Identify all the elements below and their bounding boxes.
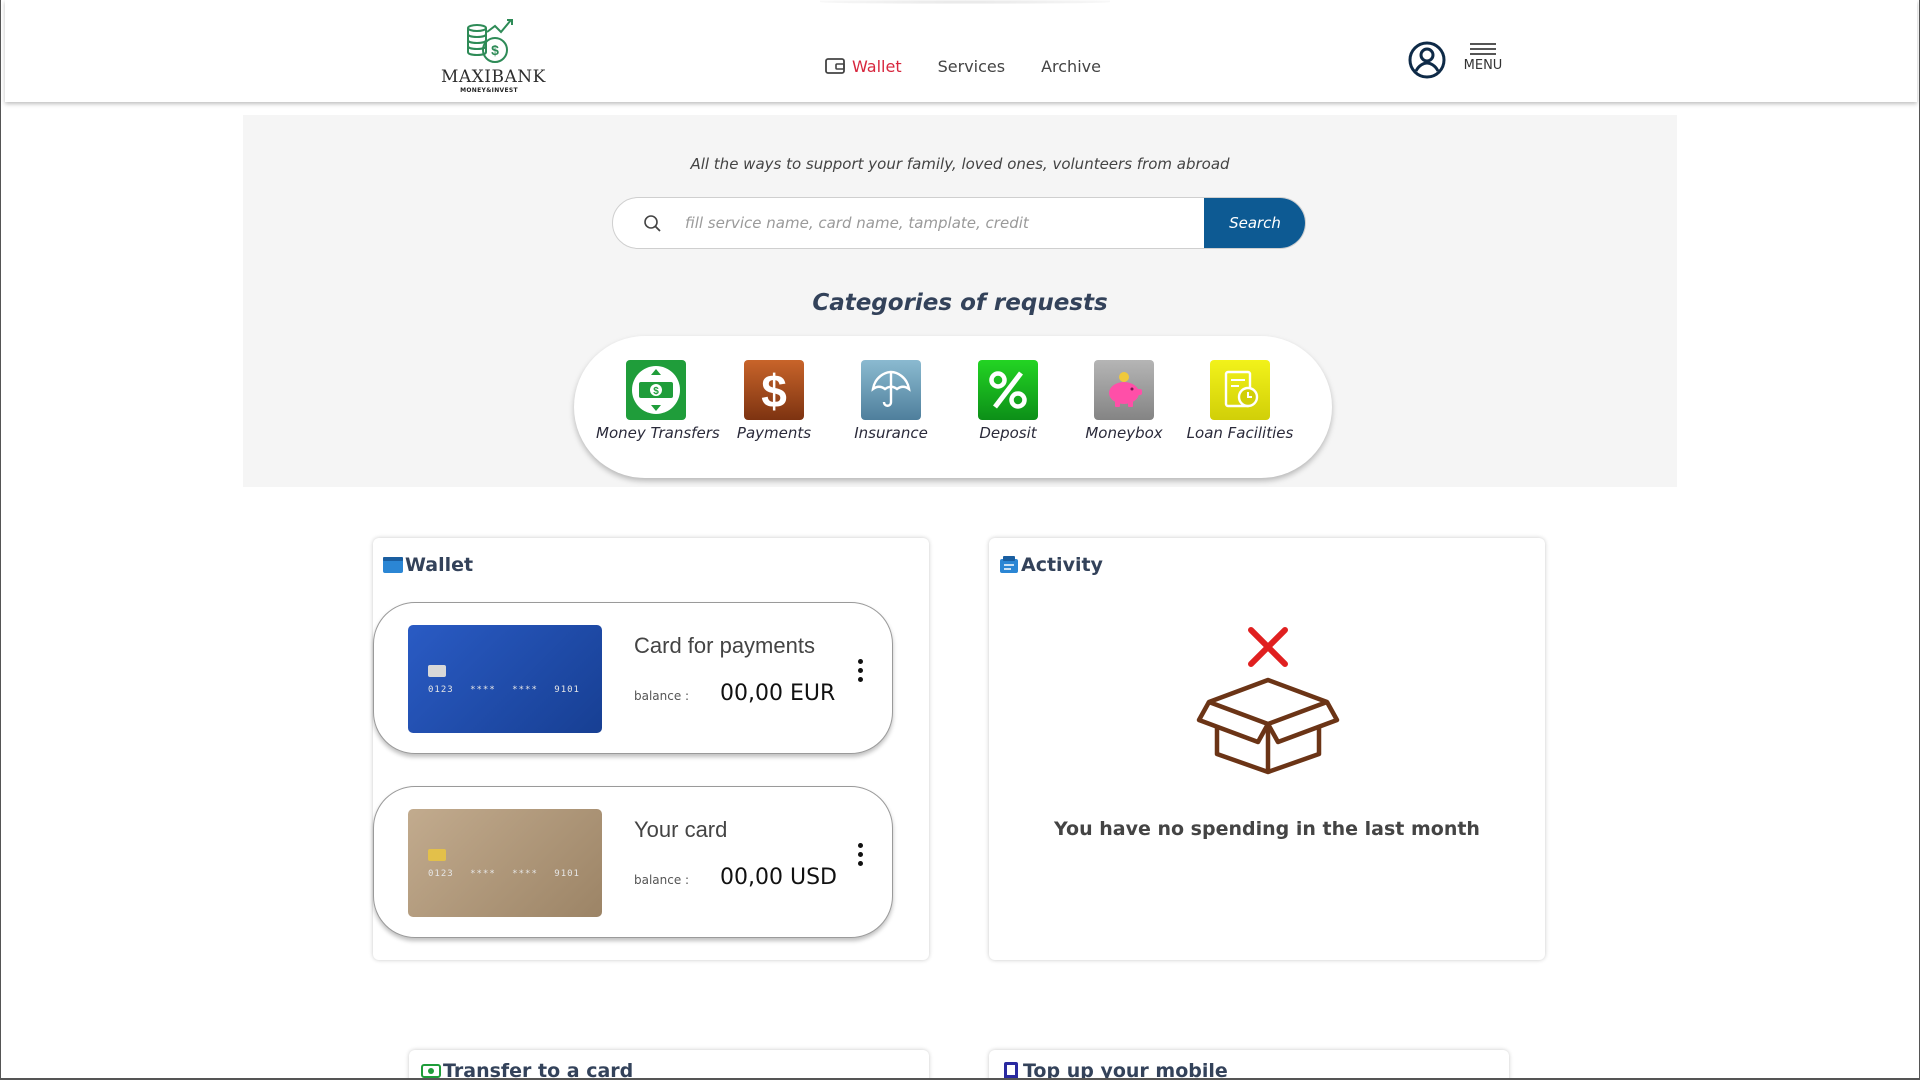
dollar-icon: $ (744, 360, 804, 420)
wallet-icon (825, 58, 845, 74)
main-nav: Wallet Services Archive (825, 56, 1137, 76)
nav-item-wallet[interactable]: Wallet (825, 57, 902, 76)
loan-document-icon (1210, 360, 1270, 420)
svg-text:$: $ (491, 42, 499, 58)
activity-title-label: Activity (1021, 554, 1103, 576)
wallet-panel-title: Wallet (383, 554, 473, 576)
card-number: 0123 **** **** 9101 (428, 869, 580, 879)
category-label: Payments (736, 424, 812, 442)
brand-tagline: MONEY&INVEST (460, 87, 518, 94)
card-number: 0123 **** **** 9101 (428, 685, 580, 695)
nav-item-label: Services (937, 56, 1006, 76)
activity-panel: Activity You have no spending in the las… (989, 538, 1545, 960)
money-transfer-icon: $ (626, 360, 686, 420)
card-chip-icon (428, 665, 446, 677)
category-moneybox[interactable]: Moneybox (1064, 360, 1184, 442)
nav-item-services[interactable]: Services (938, 57, 1005, 76)
svg-text:$: $ (653, 386, 659, 397)
category-loan-facilities[interactable]: Loan Facilities (1180, 360, 1300, 442)
wallet-icon (383, 557, 403, 573)
header-decoration (820, 0, 1110, 4)
wallet-card-row[interactable]: 0123 **** **** 9101 Your card balance : … (373, 786, 893, 938)
wallet-title-label: Wallet (405, 554, 474, 576)
categories-title: Categories of requests (812, 290, 1108, 316)
category-insurance[interactable]: Insurance (831, 360, 951, 442)
umbrella-icon (861, 360, 921, 420)
piggy-bank-icon (1094, 360, 1154, 420)
transfer-title-label: Transfer to a card (443, 1060, 634, 1080)
nav-item-label: Wallet (852, 56, 902, 76)
hero-tagline: All the ways to support your family, lov… (690, 155, 1230, 173)
money-transfer-icon (421, 1064, 441, 1078)
categories-panel: $ Money Transfers $ Payments Insurance D… (574, 336, 1332, 478)
card-chip-icon (428, 849, 446, 861)
search-icon (644, 215, 661, 232)
card-image: 0123 **** **** 9101 (408, 625, 602, 733)
wallet-panel: Wallet 0123 **** **** 9101 Card for paym… (373, 538, 929, 960)
card-options-icon[interactable] (852, 659, 868, 693)
topup-panel-title: Top up your mobile (1001, 1060, 1228, 1080)
card-balance: 00,00 EUR (720, 681, 836, 706)
card-image: 0123 **** **** 9101 (408, 809, 602, 917)
search-input[interactable] (685, 198, 1205, 248)
card-options-icon[interactable] (852, 843, 868, 877)
card-balance-label: balance : (634, 689, 690, 703)
nav-item-archive[interactable]: Archive (1041, 57, 1101, 76)
activity-panel-title: Activity (999, 554, 1103, 576)
logo-coins-icon: $ (467, 19, 513, 63)
user-circle-icon[interactable] (1407, 40, 1447, 80)
topup-title-label: Top up your mobile (1023, 1060, 1228, 1080)
card-name: Your card (634, 817, 728, 842)
category-label: Money Transfers (596, 424, 720, 442)
category-label: Insurance (854, 424, 928, 442)
card-balance-label: balance : (634, 873, 690, 887)
category-payments[interactable]: $ Payments (714, 360, 834, 442)
category-label: Moneybox (1085, 424, 1163, 442)
top-header: $ MAXIBANK MONEY&INVEST Wallet Services … (5, 0, 1917, 102)
wallet-card-row[interactable]: 0123 **** **** 9101 Card for payments ba… (373, 602, 893, 754)
brand-logo[interactable]: $ MAXIBANK MONEY&INVEST (441, 18, 546, 100)
hero-section: All the ways to support your family, lov… (243, 115, 1677, 487)
activity-icon (1000, 556, 1018, 573)
app-frame: $ MAXIBANK MONEY&INVEST Wallet Services … (0, 0, 1920, 1080)
brand-name: MAXIBANK (441, 67, 546, 87)
transfer-panel-title: Transfer to a card (421, 1060, 634, 1080)
menu-button[interactable]: MENU (1461, 43, 1505, 77)
menu-label: MENU (1463, 58, 1503, 73)
transfer-panel: Transfer to a card (409, 1050, 929, 1080)
card-balance: 00,00 USD (720, 865, 837, 890)
search-bar: Search (612, 197, 1306, 249)
empty-box-icon (1196, 627, 1340, 775)
activity-empty-message: You have no spending in the last month (1054, 818, 1480, 840)
percent-icon (978, 360, 1038, 420)
category-money-transfers[interactable]: $ Money Transfers (596, 360, 720, 442)
card-name: Card for payments (634, 633, 815, 658)
topup-panel: Top up your mobile (989, 1050, 1509, 1080)
hamburger-icon (1461, 43, 1505, 55)
mobile-phone-icon (1004, 1062, 1018, 1078)
svg-text:$: $ (761, 365, 787, 415)
search-button[interactable]: Search (1204, 198, 1305, 248)
nav-item-label: Archive (1041, 56, 1101, 76)
category-label: Deposit (979, 424, 1037, 442)
category-deposit[interactable]: Deposit (948, 360, 1068, 442)
category-label: Loan Facilities (1186, 424, 1294, 442)
